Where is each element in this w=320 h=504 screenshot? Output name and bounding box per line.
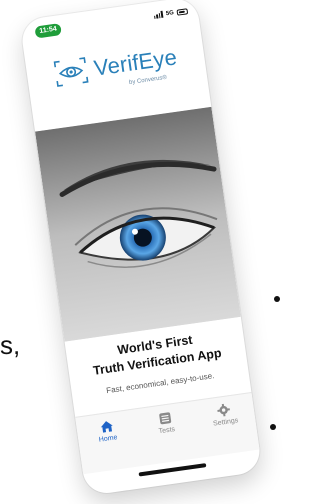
background-bullet: [270, 424, 276, 430]
eye-icon: [53, 57, 89, 87]
tab-settings-label: Settings: [212, 417, 239, 428]
signal-icon: [154, 10, 164, 19]
battery-icon: [176, 7, 189, 16]
tab-home-label: Home: [98, 434, 118, 444]
hero-eye-image: [35, 106, 241, 342]
status-bar: 11:54 5G: [19, 0, 199, 48]
home-icon: [100, 421, 113, 433]
background-text-fragment: s,: [0, 330, 21, 360]
bottom-tab-bar: Home Tests Settings: [75, 392, 260, 475]
tab-settings[interactable]: Settings: [198, 400, 251, 430]
screenshot-stage: s, 11:54 5G VerifEye by Converus® World'…: [0, 0, 290, 504]
close-up-blue-eye-icon: [35, 106, 241, 342]
home-indicator[interactable]: [138, 463, 207, 477]
network-label: 5G: [165, 9, 175, 17]
background-bullet: [274, 296, 280, 302]
phone-screen: 11:54 5G VerifEye by Converus® World's F…: [19, 0, 263, 497]
status-indicators: 5G: [154, 7, 189, 19]
tab-tests[interactable]: Tests: [139, 408, 192, 438]
tab-tests-label: Tests: [158, 426, 176, 436]
gear-icon: [217, 403, 231, 417]
tab-home[interactable]: Home: [81, 416, 134, 446]
status-time: 11:54: [34, 23, 62, 39]
list-icon: [159, 412, 172, 425]
